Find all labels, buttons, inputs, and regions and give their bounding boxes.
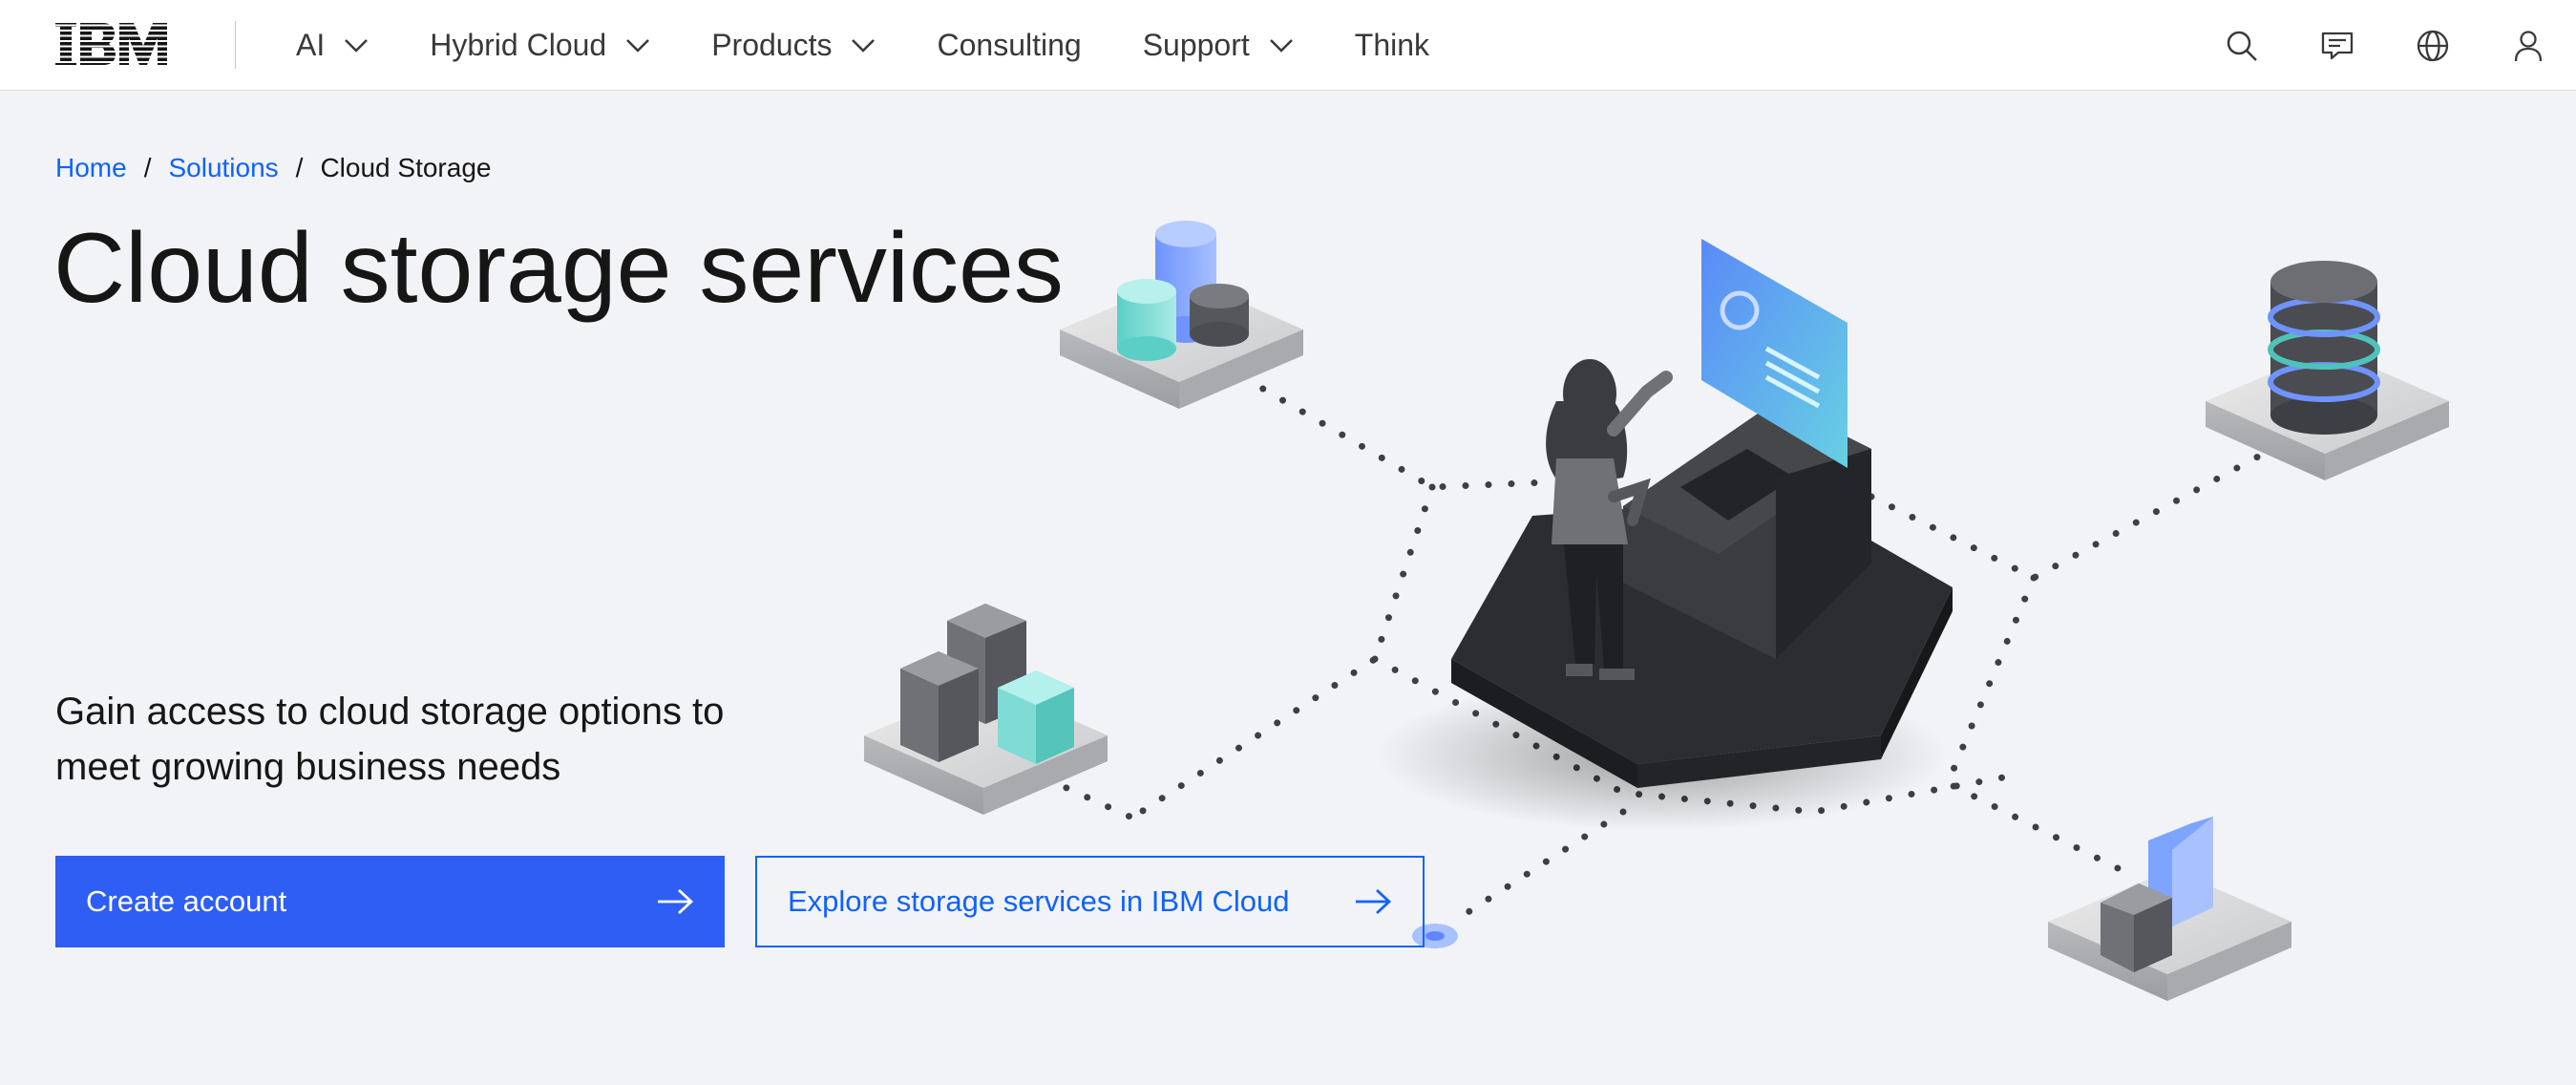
menu-item-label: Products (711, 28, 833, 62)
arrow-right-icon (1356, 888, 1392, 915)
shapes-plate (2048, 817, 2291, 1001)
cylinders-plate (1060, 221, 1303, 409)
nav-divider (235, 21, 236, 69)
breadcrumb: Home / Solutions / Cloud Storage (55, 153, 491, 183)
search-button[interactable] (2194, 0, 2290, 91)
language-button[interactable] (2385, 0, 2481, 91)
explore-storage-button[interactable]: Explore storage services in IBM Cloud (755, 856, 1425, 947)
chevron-down-icon (1269, 38, 1293, 53)
menu-item-think[interactable]: Think (1324, 0, 1460, 91)
menu-item-label: Consulting (937, 28, 1082, 62)
search-icon (2227, 31, 2257, 61)
cubes-plate (864, 604, 1108, 815)
arrow-right-icon (658, 888, 694, 915)
breadcrumb-separator: / (143, 153, 152, 182)
hero-subtitle: Gain access to cloud storage options to … (55, 691, 725, 788)
chat-icon (2321, 32, 2354, 59)
masthead-tools (2194, 0, 2576, 91)
menu-item-support[interactable]: Support (1112, 0, 1324, 91)
database-plate (2206, 261, 2449, 480)
explore-storage-label: Explore storage services in IBM Cloud (788, 884, 1290, 918)
menu-item-consulting[interactable]: Consulting (906, 0, 1111, 91)
contact-button[interactable] (2290, 0, 2385, 91)
globe-icon (2417, 30, 2449, 61)
create-account-button[interactable]: Create account (55, 856, 725, 947)
chevron-down-icon (852, 38, 876, 53)
chevron-down-icon (626, 38, 650, 53)
ibm-logo[interactable] (55, 21, 172, 69)
breadcrumb-current: Cloud Storage (320, 153, 492, 182)
menu-item-label: Hybrid Cloud (430, 28, 607, 62)
menu-item-label: Support (1142, 28, 1250, 62)
breadcrumb-home-link[interactable]: Home (55, 153, 127, 183)
menu-item-hybrid-cloud[interactable]: Hybrid Cloud (399, 0, 681, 91)
top-navigation: AI Hybrid Cloud Products Consulting Supp… (0, 0, 2576, 91)
breadcrumb-solutions-link[interactable]: Solutions (168, 153, 278, 183)
menu-item-label: AI (296, 28, 326, 62)
menu-item-label: Think (1354, 28, 1430, 62)
profile-button[interactable] (2481, 0, 2576, 91)
create-account-label: Create account (86, 884, 287, 918)
user-icon (2514, 30, 2543, 61)
breadcrumb-separator: / (295, 153, 304, 182)
page-title: Cloud storage services (53, 213, 1064, 324)
menu-item-ai[interactable]: AI (277, 0, 399, 91)
menu-item-products[interactable]: Products (681, 0, 906, 91)
chevron-down-icon (345, 38, 369, 53)
central-platform (1375, 239, 1953, 831)
main-menu: AI Hybrid Cloud Products Consulting Supp… (277, 0, 1460, 91)
